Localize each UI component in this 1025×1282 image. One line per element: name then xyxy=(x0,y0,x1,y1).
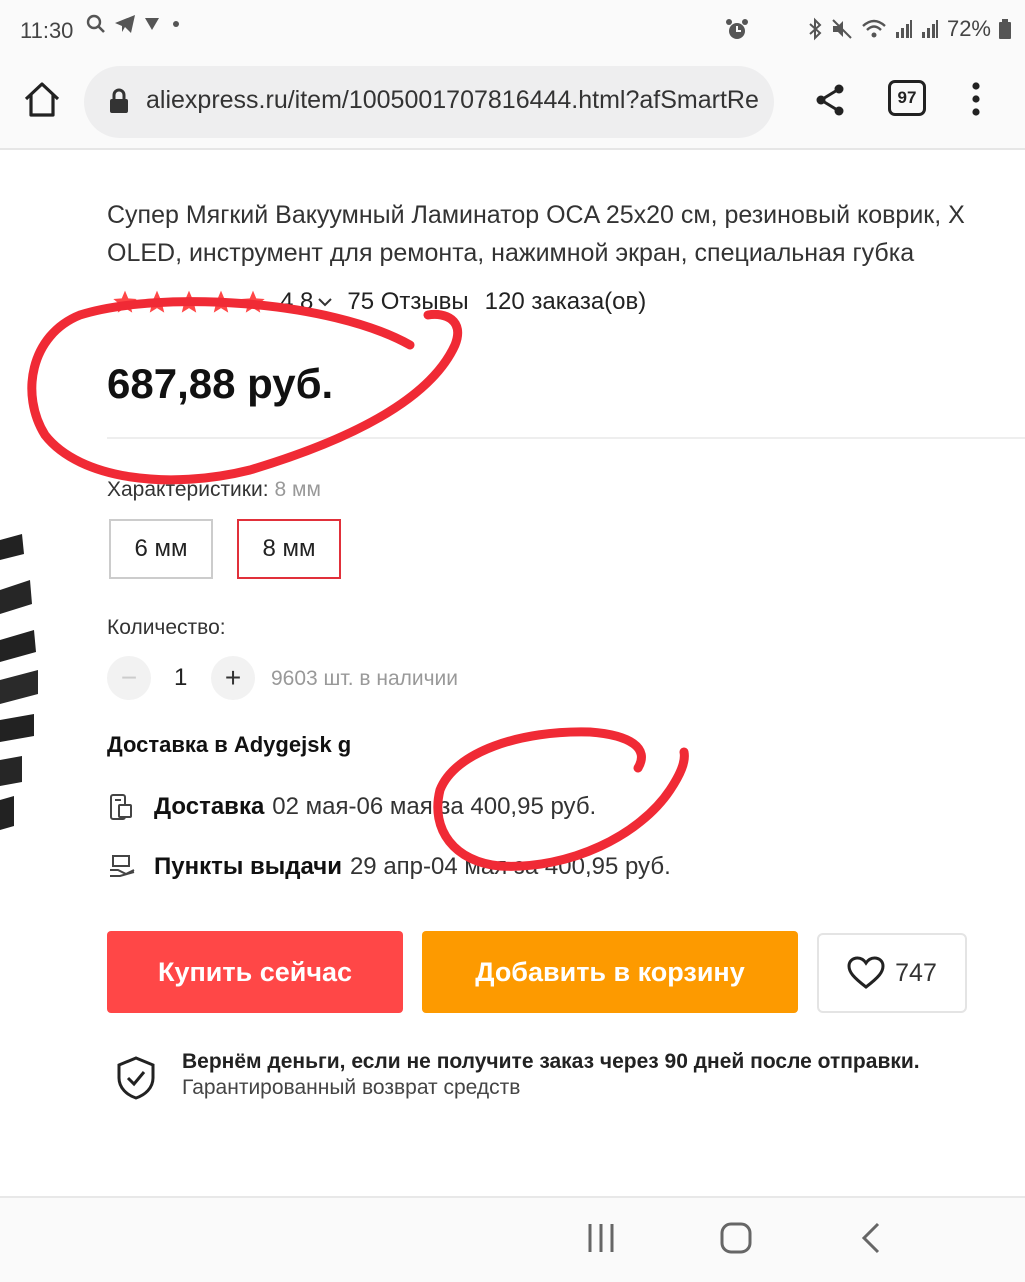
characteristics-label: Характеристики: 8 мм xyxy=(107,478,321,502)
status-time: 11:30 xyxy=(20,18,74,43)
characteristics-title: Характеристики: xyxy=(107,478,269,501)
orders-count: 120 заказа(ов) xyxy=(484,288,647,315)
heart-icon xyxy=(847,956,885,989)
buyer-protection-title: Вернём деньги, если не получите заказ че… xyxy=(182,1050,920,1073)
bluetooth-icon xyxy=(809,17,822,41)
search-icon xyxy=(86,14,105,33)
reviews-link[interactable]: 75 Отзывы xyxy=(347,288,468,316)
pickup-text: 29 апр-04 мая за 400,95 руб. xyxy=(349,853,671,880)
status-notification-icons xyxy=(86,14,184,34)
star-icon xyxy=(177,290,201,313)
price: 687,88 руб. xyxy=(107,360,334,407)
option-8mm[interactable]: 8 мм xyxy=(237,519,341,579)
status-bar: 11:30 72% xyxy=(0,0,1025,62)
option-6mm[interactable]: 6 мм xyxy=(109,519,213,579)
lock-icon xyxy=(110,88,128,113)
product-title-line1: Супер Мягкий Вакуумный Ламинатор OCA 25x… xyxy=(107,201,965,229)
pickup-point-icon xyxy=(110,855,135,877)
status-system-icons: 72% xyxy=(807,16,1011,42)
more-menu-icon[interactable] xyxy=(966,80,986,118)
rating-value[interactable]: 4.8 xyxy=(280,288,313,316)
wishlist-count: 747 xyxy=(895,958,937,987)
battery-percent: 72% xyxy=(946,16,991,41)
buyer-protection-subtitle: Гарантированный возврат средств xyxy=(182,1076,521,1099)
product-title: Супер Мягкий Вакуумный Ламинатор OCA 25x… xyxy=(107,196,1025,272)
tab-switcher-button[interactable]: 97 xyxy=(888,80,926,116)
divider xyxy=(107,437,1025,439)
buyer-protection: Вернём деньги, если не получите заказ че… xyxy=(116,1050,920,1100)
stock-text: 9603 шт. в наличии xyxy=(271,667,459,690)
dot-icon xyxy=(173,21,179,27)
product-title-line2: OLED, инструмент для ремонта, нажимной э… xyxy=(107,239,915,267)
mute-icon xyxy=(832,19,852,39)
characteristics-selected: 8 мм xyxy=(274,478,321,501)
quantity-label: Количество: xyxy=(107,616,226,639)
delivery-option[interactable]: Доставка 02 мая-06 мая за 400,95 руб. xyxy=(107,792,596,822)
delivery-label: Доставка xyxy=(154,793,265,820)
back-icon[interactable] xyxy=(858,1218,884,1258)
recent-apps-icon[interactable] xyxy=(586,1218,616,1258)
buyer-protection-text: Вернём деньги, если не получите заказ че… xyxy=(182,1050,920,1100)
rating-row: 4.8 75 Отзывы 120 заказа(ов) xyxy=(112,288,646,316)
quantity-value[interactable]: 1 xyxy=(174,664,187,692)
delivery-box-icon xyxy=(110,794,132,820)
star-icon xyxy=(113,290,137,313)
wishlist-button[interactable]: 747 xyxy=(817,933,967,1013)
signal-icon xyxy=(895,20,912,38)
share-icon[interactable] xyxy=(812,82,848,118)
quantity-decrease-button[interactable]: − xyxy=(107,656,151,700)
star-icon xyxy=(209,290,233,313)
url-text[interactable]: aliexpress.ru/item/1005001707816444.html… xyxy=(146,86,759,115)
star-icon xyxy=(145,290,169,313)
delivery-text: 02 мая-06 мая за 400,95 руб. xyxy=(272,793,597,820)
alarm-icon xyxy=(726,19,748,39)
chevron-down-icon[interactable] xyxy=(317,296,333,308)
add-to-cart-button[interactable]: Добавить в корзину xyxy=(422,931,798,1013)
star-rating xyxy=(112,289,266,315)
shipping-heading[interactable]: Доставка в Adygejsk g xyxy=(107,732,351,758)
quantity-increase-button[interactable]: + xyxy=(211,656,255,700)
product-image[interactable] xyxy=(0,520,40,840)
home-nav-icon[interactable] xyxy=(718,1218,754,1258)
signal-icon-2 xyxy=(921,20,938,38)
star-icon xyxy=(241,290,265,313)
address-bar[interactable]: aliexpress.ru/item/1005001707816444.html… xyxy=(84,66,774,138)
home-icon[interactable] xyxy=(22,80,62,120)
shield-check-icon xyxy=(117,1056,155,1100)
location-arrow-icon xyxy=(145,18,159,30)
battery-icon xyxy=(999,19,1011,39)
wifi-icon xyxy=(862,19,886,38)
browser-toolbar: aliexpress.ru/item/1005001707816444.html… xyxy=(0,62,1025,150)
system-nav-bar xyxy=(0,1196,1025,1282)
buy-now-button[interactable]: Купить сейчас xyxy=(107,931,403,1013)
pickup-option[interactable]: Пункты выдачи 29 апр-04 мая за 400,95 ру… xyxy=(107,852,671,882)
telegram-icon xyxy=(115,15,135,33)
pickup-label: Пункты выдачи xyxy=(154,853,342,880)
